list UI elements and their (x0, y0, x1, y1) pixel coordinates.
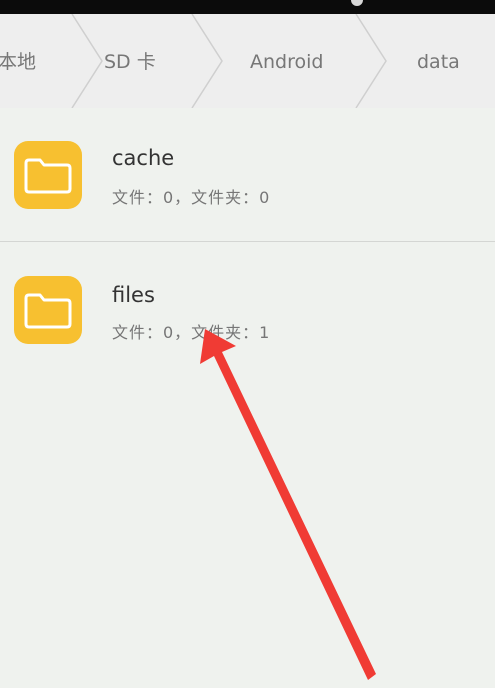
file-meta: 文件：0，文件夹：1 (112, 323, 271, 342)
list-item[interactable]: files 文件：0，文件夹：1 (0, 242, 495, 376)
file-meta: 文件：0，文件夹：0 (112, 188, 271, 207)
breadcrumb-item-android[interactable]: Android (250, 50, 323, 74)
file-list: cache 文件：0，文件夹：0 files 文件：0，文件夹：1 (0, 108, 495, 376)
breadcrumb-item-sd-card[interactable]: SD 卡 (104, 50, 156, 74)
status-bar-indicator (351, 0, 363, 6)
status-bar (0, 0, 495, 14)
breadcrumb: 本地 SD 卡 Android data (0, 14, 495, 108)
folder-icon (14, 141, 82, 209)
file-name: files (112, 283, 155, 307)
list-item[interactable]: cache 文件：0，文件夹：0 (0, 108, 495, 242)
folder-icon (14, 276, 82, 344)
breadcrumb-item-local[interactable]: 本地 (0, 50, 36, 74)
file-name: cache (112, 146, 175, 170)
breadcrumb-item-data[interactable]: data (417, 50, 460, 74)
